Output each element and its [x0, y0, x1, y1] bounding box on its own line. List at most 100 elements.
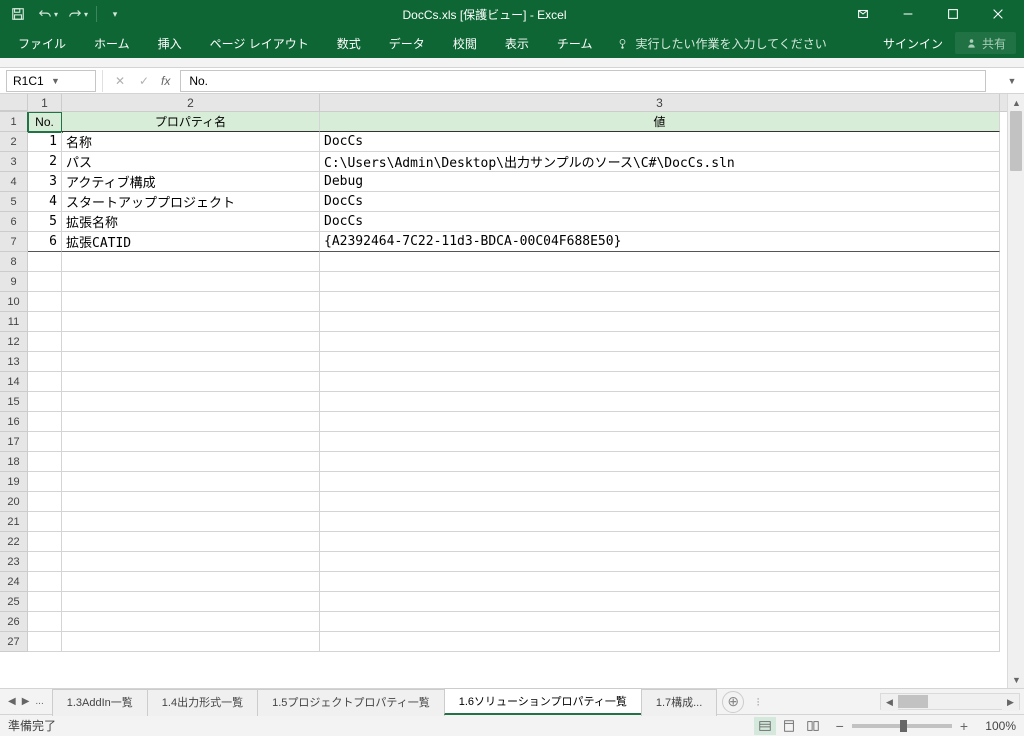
cell[interactable] — [320, 472, 1000, 492]
add-sheet-button[interactable]: ⊕ — [722, 691, 744, 713]
cell[interactable] — [62, 592, 320, 612]
row-header[interactable]: 27 — [0, 632, 28, 652]
tab-nav-next-icon[interactable]: ▶ — [22, 696, 30, 707]
close-icon[interactable] — [975, 0, 1020, 28]
cell[interactable] — [28, 372, 62, 392]
cell[interactable] — [62, 492, 320, 512]
save-icon[interactable] — [4, 2, 32, 26]
cell[interactable] — [28, 412, 62, 432]
cell[interactable] — [28, 292, 62, 312]
maximize-icon[interactable] — [930, 0, 975, 28]
cell-val[interactable]: C:\Users\Admin\Desktop\出力サンプルのソース\C#\Doc… — [320, 152, 1000, 172]
cell[interactable] — [62, 392, 320, 412]
cell[interactable] — [28, 452, 62, 472]
cell[interactable] — [320, 532, 1000, 552]
cell[interactable] — [62, 612, 320, 632]
cell-header-prop[interactable]: プロパティ名 — [62, 112, 320, 132]
cell-header-val[interactable]: 値 — [320, 112, 1000, 132]
hscroll-thumb[interactable] — [898, 695, 928, 708]
cell[interactable] — [320, 612, 1000, 632]
cell-no[interactable]: 1 — [28, 132, 62, 152]
row-header[interactable]: 23 — [0, 552, 28, 572]
cell[interactable] — [320, 332, 1000, 352]
cell[interactable] — [320, 492, 1000, 512]
cell[interactable] — [62, 452, 320, 472]
row-header[interactable]: 10 — [0, 292, 28, 312]
cell[interactable] — [28, 532, 62, 552]
row-header[interactable]: 14 — [0, 372, 28, 392]
col-header-3[interactable]: 3 — [320, 94, 1000, 111]
cell[interactable] — [28, 472, 62, 492]
sheet-tab[interactable]: 1.3AddIn一覧 — [52, 689, 148, 716]
cell[interactable] — [320, 372, 1000, 392]
cell[interactable] — [320, 312, 1000, 332]
ribbon-options-icon[interactable] — [840, 0, 885, 28]
cell-prop[interactable]: 拡張CATID — [62, 232, 320, 252]
cell-val[interactable]: DocCs — [320, 212, 1000, 232]
tell-me-search[interactable]: 実行したい作業を入力してください — [606, 35, 836, 52]
row-header[interactable]: 15 — [0, 392, 28, 412]
cell[interactable] — [62, 332, 320, 352]
cell[interactable] — [62, 532, 320, 552]
zoom-out-button[interactable]: − — [836, 718, 844, 734]
cell[interactable] — [28, 612, 62, 632]
cell[interactable] — [320, 292, 1000, 312]
cell[interactable] — [62, 572, 320, 592]
cell-val[interactable]: {A2392464-7C22-11d3-BDCA-00C04F688E50} — [320, 232, 1000, 252]
row-header[interactable]: 1 — [0, 112, 28, 132]
zoom-in-button[interactable]: + — [960, 718, 968, 734]
cell[interactable] — [320, 552, 1000, 572]
fx-icon[interactable]: fx — [157, 74, 174, 88]
view-page-layout-icon[interactable] — [778, 717, 800, 735]
formula-expand-icon[interactable]: ▼ — [1004, 76, 1020, 86]
cell[interactable] — [28, 632, 62, 652]
row-header[interactable]: 7 — [0, 232, 28, 252]
row-header[interactable]: 17 — [0, 432, 28, 452]
tab-review[interactable]: 校閲 — [439, 28, 491, 58]
scroll-left-icon[interactable]: ◀ — [881, 694, 898, 711]
cell[interactable] — [320, 512, 1000, 532]
qat-customize-icon[interactable]: ▾ — [101, 2, 129, 26]
cell[interactable] — [62, 352, 320, 372]
cell[interactable] — [62, 372, 320, 392]
sheet-tab[interactable]: 1.5プロジェクトプロパティ一覧 — [257, 689, 445, 716]
cell-no[interactable]: 2 — [28, 152, 62, 172]
cell[interactable] — [62, 552, 320, 572]
zoom-slider[interactable] — [852, 724, 952, 728]
cell-prop[interactable]: 名称 — [62, 132, 320, 152]
row-header[interactable]: 6 — [0, 212, 28, 232]
minimize-icon[interactable] — [885, 0, 930, 28]
tab-page-layout[interactable]: ページ レイアウト — [196, 28, 323, 58]
row-header[interactable]: 13 — [0, 352, 28, 372]
name-box-dropdown-icon[interactable]: ▼ — [51, 76, 89, 86]
col-header-2[interactable]: 2 — [62, 94, 320, 111]
cell-no[interactable]: 3 — [28, 172, 62, 192]
scroll-down-icon[interactable]: ▼ — [1008, 671, 1024, 688]
cell[interactable] — [28, 432, 62, 452]
cell-no[interactable]: 5 — [28, 212, 62, 232]
formula-bar-input[interactable]: No. — [180, 70, 986, 92]
tab-nav-ellipsis[interactable]: ... — [35, 696, 43, 707]
cell[interactable] — [62, 412, 320, 432]
cell-prop[interactable]: アクティブ構成 — [62, 172, 320, 192]
vscroll-thumb[interactable] — [1010, 111, 1022, 171]
row-header[interactable]: 12 — [0, 332, 28, 352]
row-header[interactable]: 8 — [0, 252, 28, 272]
row-header[interactable]: 9 — [0, 272, 28, 292]
cell[interactable] — [28, 392, 62, 412]
cell[interactable] — [28, 492, 62, 512]
row-header[interactable]: 11 — [0, 312, 28, 332]
cell[interactable] — [320, 632, 1000, 652]
row-header[interactable]: 20 — [0, 492, 28, 512]
tab-insert[interactable]: 挿入 — [144, 28, 196, 58]
cell-prop[interactable]: 拡張名称 — [62, 212, 320, 232]
cell[interactable] — [62, 512, 320, 532]
cell[interactable] — [28, 512, 62, 532]
cell[interactable] — [320, 272, 1000, 292]
cell[interactable] — [28, 592, 62, 612]
cell[interactable] — [320, 432, 1000, 452]
cell-val[interactable]: DocCs — [320, 132, 1000, 152]
tab-nav-prev-icon[interactable]: ◀ — [8, 696, 16, 707]
sheet-tab[interactable]: 1.4出力形式一覧 — [147, 689, 258, 716]
cell[interactable] — [320, 392, 1000, 412]
